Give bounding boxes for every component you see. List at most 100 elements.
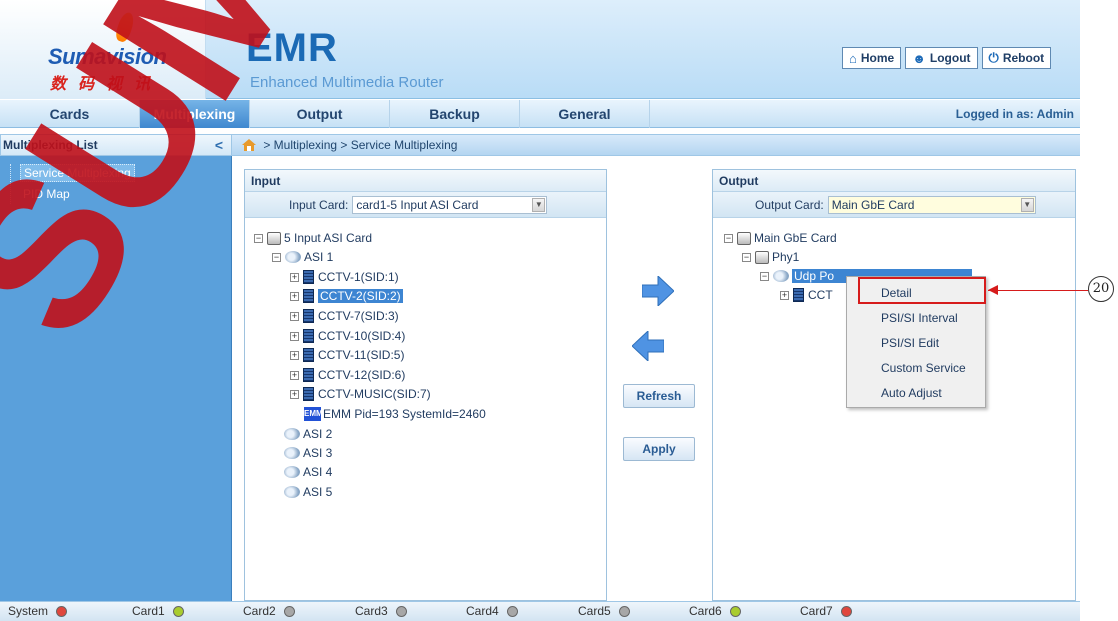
tree-node-label: 5 Input ASI Card <box>284 231 373 245</box>
status-led-icon <box>395 605 407 617</box>
tree-node-phy1[interactable]: − Phy1 <box>742 250 799 264</box>
input-card-row: Input Card: card1-5 Input ASI Card ▼ <box>245 192 606 218</box>
tree-node-service[interactable]: + CCTV-11(SID:5) <box>290 348 404 362</box>
collapse-toggle-icon[interactable]: − <box>724 233 733 243</box>
tree-node-service[interactable]: + CCTV-MUSIC(SID:7) <box>290 387 431 401</box>
output-card-label: Output Card: <box>755 197 824 212</box>
tree-node-label: CCTV-MUSIC(SID:7) <box>318 387 431 401</box>
tree-node-service[interactable]: + CCTV-1(SID:1) <box>290 270 399 284</box>
reboot-button-label: Reboot <box>1002 51 1045 65</box>
collapse-toggle-icon[interactable]: − <box>254 233 263 243</box>
output-panel-title: Output <box>713 170 1075 192</box>
sidebar-item-service-multiplexing[interactable]: Service Multiplexing <box>20 164 135 182</box>
tree-node-label: ASI 5 <box>303 485 333 499</box>
menu-item-custom-service[interactable]: Custom Service <box>881 361 966 375</box>
chevron-down-icon[interactable]: ▼ <box>1020 197 1034 212</box>
tree-node-service[interactable]: + CCTV-10(SID:4) <box>290 329 405 343</box>
collapse-toggle-icon[interactable]: − <box>742 252 751 262</box>
port-icon <box>284 428 300 440</box>
tree-node-asi3[interactable]: ASI 3 <box>284 446 332 460</box>
move-right-arrow-icon[interactable] <box>642 276 674 306</box>
status-card7: Card7 <box>800 604 852 618</box>
tab-multiplexing[interactable]: Multiplexing <box>140 100 250 128</box>
expand-toggle-icon[interactable]: + <box>290 291 299 301</box>
status-led-icon <box>56 605 68 617</box>
expand-toggle-icon[interactable]: + <box>290 311 299 321</box>
status-label: Card3 <box>355 604 388 618</box>
logged-in-user: Logged in as: Admin <box>955 107 1074 121</box>
status-card1: Card1 <box>132 604 184 618</box>
apply-button[interactable]: Apply <box>623 437 695 461</box>
status-led-icon <box>618 605 630 617</box>
port-icon <box>284 486 300 498</box>
tree-node-label: CCTV-11(SID:5) <box>318 348 405 362</box>
home-icon[interactable] <box>242 139 256 151</box>
sidebar-title: Multiplexing List <box>3 138 98 152</box>
tree-node-label: CCTV-1(SID:1) <box>318 270 399 284</box>
header-buttons: ⌂ Home ☻ Logout ⏻ Reboot <box>842 47 1052 69</box>
tree-node-asi1[interactable]: − ASI 1 <box>272 250 333 264</box>
output-card-select[interactable]: Main GbE Card ▼ <box>827 195 1036 214</box>
collapse-toggle-icon[interactable]: − <box>760 271 769 281</box>
service-icon <box>303 270 314 284</box>
service-icon <box>303 329 314 343</box>
tab-general[interactable]: General <box>520 100 650 128</box>
input-card-select[interactable]: card1-5 Input ASI Card ▼ <box>352 195 548 214</box>
detail-highlight-box <box>858 277 986 304</box>
app-subtitle: Enhanced Multimedia Router <box>250 74 444 91</box>
callout-number: 20 <box>1088 276 1114 302</box>
tree-node-input-card[interactable]: − 5 Input ASI Card <box>254 231 372 245</box>
chevron-down-icon[interactable]: ▼ <box>532 197 546 212</box>
status-label: Card5 <box>578 604 611 618</box>
tree-node-service[interactable]: + CCTV-7(SID:3) <box>290 309 399 323</box>
user-icon: ☻ <box>912 50 926 66</box>
logout-button[interactable]: ☻ Logout <box>905 47 978 69</box>
logo-name: Sumavision <box>48 44 167 69</box>
move-left-arrow-icon[interactable] <box>632 331 664 361</box>
tree-node-label: Phy1 <box>772 250 800 264</box>
status-card6: Card6 <box>689 604 741 618</box>
collapse-toggle-icon[interactable]: − <box>272 252 281 262</box>
tree-node-service[interactable]: + CCTV-12(SID:6) <box>290 368 405 382</box>
status-label: Card1 <box>132 604 165 618</box>
tree-node-asi5[interactable]: ASI 5 <box>284 485 332 499</box>
home-icon: ⌂ <box>849 50 857 66</box>
home-button[interactable]: ⌂ Home <box>842 47 902 69</box>
logout-button-label: Logout <box>929 51 971 65</box>
expand-toggle-icon[interactable]: + <box>290 389 299 399</box>
breadcrumb: > Multiplexing > Service Multiplexing <box>232 134 1080 156</box>
service-icon <box>303 348 314 362</box>
status-led-icon <box>729 605 741 617</box>
tab-backup[interactable]: Backup <box>390 100 520 128</box>
menu-item-auto-adjust[interactable]: Auto Adjust <box>881 386 942 400</box>
expand-toggle-icon[interactable]: + <box>290 272 299 282</box>
port-icon <box>773 270 789 282</box>
port-icon <box>284 447 300 459</box>
tab-cards[interactable]: Cards <box>0 100 140 128</box>
menu-item-psi-si-edit[interactable]: PSI/SI Edit <box>881 336 939 350</box>
tree-node-asi2[interactable]: ASI 2 <box>284 427 332 441</box>
power-icon: ⏻ <box>988 50 999 65</box>
tree-node-emm[interactable]: EMM EMM Pid=193 SystemId=2460 <box>304 407 486 421</box>
status-label: Card6 <box>689 604 722 618</box>
input-panel-title: Input <box>245 170 606 192</box>
expand-toggle-icon[interactable]: + <box>780 290 789 300</box>
expand-toggle-icon[interactable]: + <box>290 331 299 341</box>
reboot-button[interactable]: ⏻ Reboot <box>981 47 1052 69</box>
refresh-button[interactable]: Refresh <box>623 384 695 408</box>
tree-node-asi4[interactable]: ASI 4 <box>284 465 332 479</box>
expand-toggle-icon[interactable]: + <box>290 350 299 360</box>
tree-node-service-selected[interactable]: + CCTV-2(SID:2) <box>290 289 403 303</box>
expand-toggle-icon[interactable]: + <box>290 370 299 380</box>
card-icon <box>267 231 281 245</box>
menu-item-psi-si-interval[interactable]: PSI/SI Interval <box>881 311 958 325</box>
main-nav: Cards Multiplexing Output Backup General… <box>0 100 1080 128</box>
status-system: System <box>8 604 68 618</box>
logo: Sumavision 数码视讯 <box>0 0 206 99</box>
collapse-icon[interactable]: < <box>215 135 223 155</box>
tree-node-output-service[interactable]: + CCT <box>780 288 833 302</box>
tree-node-output-card[interactable]: − Main GbE Card <box>724 231 837 245</box>
sidebar-item-pid-map[interactable]: PID Map <box>20 186 73 202</box>
tree-node-label: Main GbE Card <box>754 231 837 245</box>
tab-output[interactable]: Output <box>250 100 390 128</box>
